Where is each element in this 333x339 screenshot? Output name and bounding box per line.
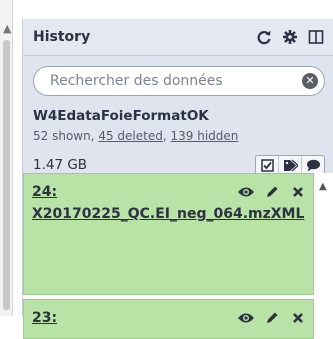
eye-icon[interactable] xyxy=(237,183,255,201)
panel-header: History xyxy=(23,19,333,56)
search-box: ✕ xyxy=(33,66,325,96)
checkbox-icon[interactable] xyxy=(256,156,279,174)
left-scrollbar[interactable]: ▲ xyxy=(0,0,13,316)
pencil-icon[interactable] xyxy=(263,183,281,201)
columns-icon[interactable] xyxy=(307,28,325,46)
history-stats: 52 shown, 45 deleted, 139 hidden xyxy=(33,129,323,143)
header-icons xyxy=(255,28,325,46)
history-name: W4EdataFoieFormatOK xyxy=(33,108,209,124)
history-actions xyxy=(255,155,325,175)
dataset-hid: 23: xyxy=(32,310,58,326)
dataset-actions xyxy=(237,183,307,201)
gear-icon[interactable] xyxy=(281,28,299,46)
dataset-name: X20170225_QC.EI_neg_064.mzXML xyxy=(32,206,305,222)
history-size: 1.47 GB xyxy=(33,157,88,173)
dataset-list: 24: X20170225_QC.EI_neg_064.mzXML 23: xyxy=(23,173,333,339)
scrollbar-track[interactable] xyxy=(3,40,10,310)
dataset-actions xyxy=(237,309,307,327)
delete-icon[interactable] xyxy=(289,183,307,201)
dataset-scrollbar[interactable]: ▲ xyxy=(315,173,333,316)
shown-count: 52 shown, xyxy=(33,129,99,143)
delete-icon[interactable] xyxy=(289,309,307,327)
tags-icon[interactable] xyxy=(279,156,302,174)
dataset-hid: 24: xyxy=(32,184,58,200)
size-row: 1.47 GB xyxy=(33,155,325,175)
stats-separator: , xyxy=(162,129,171,143)
history-panel: History ✕ W4EdataFoieFormatOK 52 shown, … xyxy=(22,19,333,339)
refresh-icon[interactable] xyxy=(255,28,273,46)
comment-icon[interactable] xyxy=(302,156,324,174)
dataset-item[interactable]: 24: X20170225_QC.EI_neg_064.mzXML xyxy=(23,173,314,295)
clear-search-icon[interactable]: ✕ xyxy=(302,73,318,89)
scroll-up-icon[interactable]: ▲ xyxy=(319,181,327,192)
eye-icon[interactable] xyxy=(237,309,255,327)
dataset-item[interactable]: 23: xyxy=(23,299,314,339)
search-input[interactable] xyxy=(48,72,302,90)
hidden-link[interactable]: 139 hidden xyxy=(171,129,239,143)
deleted-link[interactable]: 45 deleted xyxy=(98,129,163,143)
panel-title: History xyxy=(33,29,91,45)
dataset-title[interactable]: 23: xyxy=(32,308,242,328)
pencil-icon[interactable] xyxy=(263,309,281,327)
caret-up-icon[interactable]: ▲ xyxy=(3,22,11,35)
